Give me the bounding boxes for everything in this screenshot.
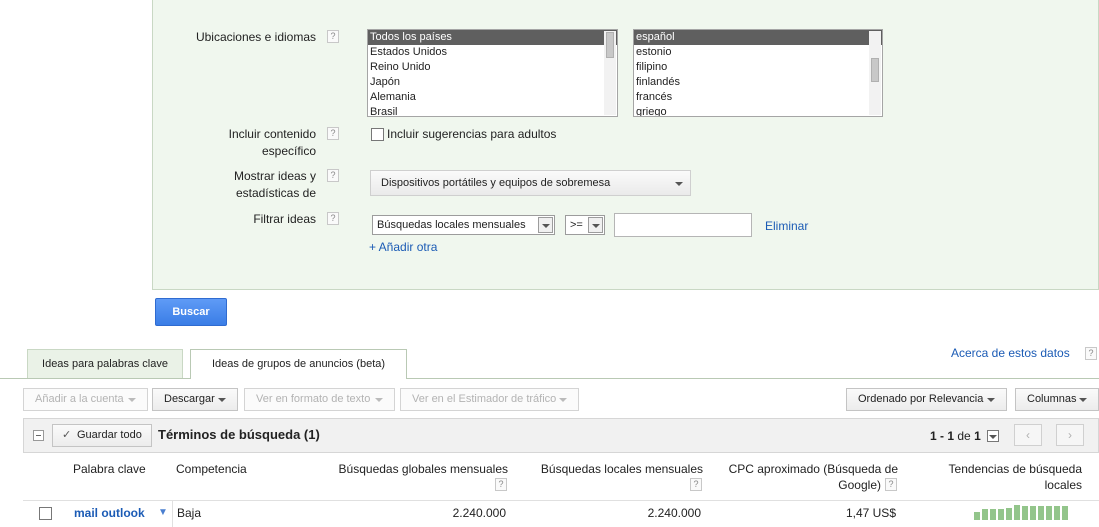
country-option[interactable]: Brasil [368,105,617,116]
row-checkbox[interactable] [39,507,52,520]
trend-bar [1014,505,1020,520]
adult-suggestions-checkbox[interactable] [371,128,384,141]
language-option[interactable]: español [634,30,882,45]
filter-value-input[interactable] [614,213,752,237]
locations-label: Ubicaciones e idiomas [195,30,316,44]
trend-bar [974,512,980,520]
devices-select-value: Dispositivos portátiles y equipos de sob… [381,177,611,189]
trend-bar [1054,506,1060,520]
language-option[interactable]: griego [634,105,882,116]
filter-metric-value: Búsquedas locales mensuales [377,219,526,231]
trend-bar [1022,506,1028,520]
trend-bar [1038,506,1044,520]
filter-operator-value: >= [570,219,583,231]
chevron-down-icon [559,398,567,402]
competition-value: Baja [177,506,202,520]
trend-bar [1006,508,1012,520]
countries-scrollbar[interactable] [604,31,616,115]
checkmark-icon: ✓ [62,429,72,441]
view-text-button[interactable]: Ver en formato de texto [244,388,395,411]
pagination: 1 - 1 de 1 [930,429,981,443]
download-button[interactable]: Descargar [152,388,238,411]
trend-bar [982,509,988,520]
help-icon[interactable]: ? [327,169,339,182]
chevron-down-icon [588,217,603,233]
tabs-divider [0,378,1099,379]
chevron-down-icon [987,398,995,402]
language-option[interactable]: francés [634,90,882,105]
trend-bar [1062,506,1068,520]
cpc-value: 1,47 US$ [845,506,896,520]
help-icon[interactable]: ? [495,478,507,491]
chevron-down-icon [675,182,683,186]
filter-ideas-label: Filtrar ideas [253,212,316,226]
language-option[interactable]: estonio [634,45,882,60]
language-option[interactable]: filipino [634,60,882,75]
chevron-down-icon [1079,398,1087,402]
trend-bar [1046,506,1052,520]
chevron-down-icon [375,398,383,402]
add-to-account-button[interactable]: Añadir a la cuenta [23,388,148,411]
keyword-link[interactable]: mail outlook [74,505,145,521]
devices-select[interactable]: Dispositivos portátiles y equipos de sob… [370,170,691,196]
trend-bar [1030,506,1036,520]
filter-operator-select[interactable]: >= [565,215,605,235]
country-option[interactable]: Reino Unido [368,60,617,75]
column-header-keyword[interactable]: Palabra clave [73,461,146,477]
column-header-global-searches[interactable]: Búsquedas globales mensuales [300,461,508,477]
next-page-button[interactable]: › [1056,424,1084,446]
chevron-down-icon[interactable]: ▼ [158,507,168,518]
local-searches-value: 2.240.000 [647,506,701,520]
tab-keyword-ideas[interactable]: Ideas para palabras clave [27,349,183,378]
help-icon[interactable]: ? [327,127,339,140]
save-all-button[interactable]: ✓ Guardar todo [52,424,152,447]
trend-bar [990,509,996,520]
add-filter-link[interactable]: + Añadir otra [369,240,437,254]
about-data-link[interactable]: Acerca de estos datos [951,346,1070,360]
remove-filter-link[interactable]: Eliminar [765,219,808,233]
country-option[interactable]: Estados Unidos [368,45,617,60]
trend-bar [998,509,1004,520]
global-searches-value: 2.240.000 [452,506,506,520]
help-icon[interactable]: ? [885,478,897,491]
help-icon[interactable]: ? [690,478,702,491]
country-option[interactable]: Todos los países [368,30,617,45]
help-icon[interactable]: ? [1085,347,1097,360]
prev-page-button[interactable]: ‹ [1014,424,1042,446]
chevron-down-icon [538,217,553,233]
sort-button[interactable]: Ordenado por Relevancia [846,388,1007,411]
include-content-label: Incluir contenido específico [228,127,316,158]
help-icon[interactable]: ? [327,30,339,43]
chevron-down-icon [128,398,136,402]
column-header-cpc[interactable]: CPC aproximado (Búsqueda de Google) [710,461,898,493]
column-header-trends[interactable]: Tendencias de búsqueda locales [910,461,1082,493]
table-title: Términos de búsqueda (1) [158,427,320,442]
show-ideas-label: Mostrar ideas y estadísticas de [233,169,316,200]
adult-suggestions-label: Incluir sugerencias para adultos [387,127,557,141]
help-icon[interactable]: ? [327,212,339,225]
column-header-competition[interactable]: Competencia [176,461,247,477]
view-estimator-button[interactable]: Ver en el Estimador de tráfico [400,388,579,411]
countries-listbox[interactable]: Todos los países Estados Unidos Reino Un… [367,29,618,117]
country-option[interactable]: Alemania [368,90,617,105]
chevron-down-icon [989,435,997,439]
chevron-down-icon [218,398,226,402]
languages-scrollbar[interactable] [869,31,881,115]
language-option[interactable]: finlandés [634,75,882,90]
pagination-dropdown[interactable] [987,430,999,442]
filter-metric-select[interactable]: Búsquedas locales mensuales [372,215,555,235]
column-header-local-searches[interactable]: Búsquedas locales mensuales [510,461,703,477]
search-button[interactable]: Buscar [155,298,227,326]
columns-button[interactable]: Columnas [1015,388,1099,411]
languages-listbox[interactable]: español estonio filipino finlandés franc… [633,29,883,117]
country-option[interactable]: Japón [368,75,617,90]
tab-ad-group-ideas[interactable]: Ideas de grupos de anuncios (beta) [190,349,407,379]
collapse-icon[interactable] [33,430,44,441]
